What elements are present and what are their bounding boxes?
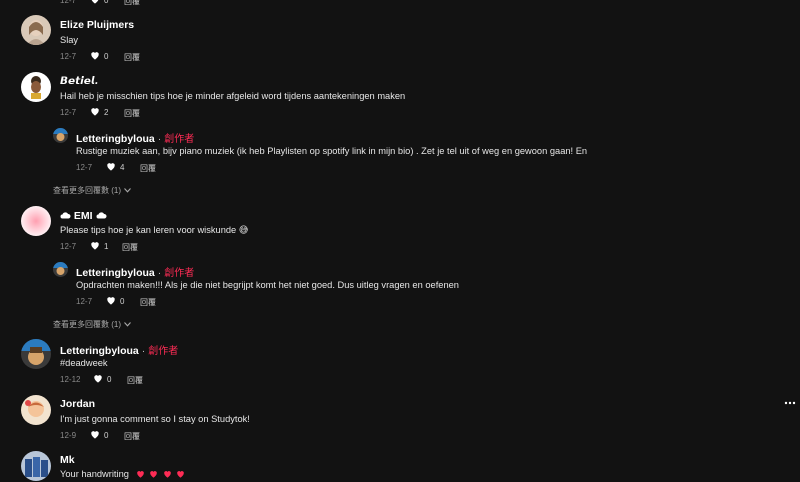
reply-button[interactable]: 回覆	[122, 242, 138, 253]
reply-meta: 12-7 4 回覆	[76, 163, 156, 173]
comment-meta: 12-9 0 回覆	[60, 431, 140, 441]
like-heart-icon[interactable]	[90, 107, 100, 116]
view-more-replies[interactable]: 查看更多回覆數 (1)	[53, 319, 131, 330]
reply-username[interactable]: Letteringbyloua · 創作者	[76, 264, 194, 279]
reply-button[interactable]: 回覆	[140, 163, 156, 174]
comment-text: Hail heb je misschien tips hoe je minder…	[60, 91, 406, 101]
comment-username[interactable]: Mk	[60, 454, 75, 466]
view-more-replies[interactable]: 查看更多回覆數 (1)	[53, 185, 131, 196]
comment-text: I'm just gonna comment so I stay on Stud…	[60, 414, 250, 424]
avatar[interactable]	[21, 72, 51, 102]
creator-badge: 創作者	[164, 268, 195, 279]
reply-text: Rustige muziek aan, bijv piano muziek (i…	[76, 146, 588, 156]
comment-username[interactable]: Letteringbyloua · 創作者	[60, 342, 178, 357]
chevron-down-icon	[124, 188, 131, 194]
avatar[interactable]	[21, 15, 51, 45]
cloud-icon	[96, 212, 107, 219]
chevron-down-icon	[124, 322, 131, 328]
comment-text: #deadweek	[60, 358, 108, 368]
comment-meta-partial: 12-7 0 回覆	[60, 0, 140, 6]
creator-badge: 創作者	[148, 346, 179, 357]
like-heart-icon[interactable]	[90, 51, 100, 60]
reply-meta: 12-7 0 回覆	[76, 297, 156, 307]
comment-username[interactable]: 𝘽𝙚𝙩𝙞𝙚𝙡.	[60, 75, 98, 87]
like-heart-icon[interactable]	[106, 296, 116, 305]
heart-red-icon	[163, 471, 171, 478]
comment-username[interactable]: EMI	[60, 210, 107, 222]
reply-button[interactable]: 回覆	[127, 375, 143, 386]
comment-text: Slay	[60, 35, 79, 45]
reply-button[interactable]: 回覆	[124, 52, 140, 63]
comment-meta: 12-7 2 回覆	[60, 108, 140, 118]
cloud-icon	[60, 212, 71, 219]
avatar[interactable]	[21, 206, 51, 236]
creator-badge: 創作者	[164, 134, 195, 145]
like-heart-icon[interactable]	[93, 374, 103, 383]
reply-username[interactable]: Letteringbyloua · 創作者	[76, 130, 194, 145]
reply-button[interactable]: 回覆	[124, 108, 140, 119]
reply-button[interactable]: 回覆	[124, 0, 140, 7]
reply-text: Opdrachten maken!!! Als je die niet begr…	[76, 280, 459, 290]
avatar[interactable]	[21, 395, 51, 425]
comment-text: Your handwriting	[60, 469, 185, 479]
heart-red-icon	[177, 471, 185, 478]
reply-button[interactable]: 回覆	[140, 297, 156, 308]
heart-red-icon	[136, 471, 144, 478]
comment-meta: 12-12 0 回覆	[60, 375, 143, 385]
more-options-icon[interactable]	[784, 401, 796, 405]
heart-red-icon	[150, 471, 157, 478]
like-heart-icon[interactable]	[106, 162, 116, 171]
avatar[interactable]	[21, 451, 51, 481]
like-heart-icon[interactable]	[90, 0, 100, 4]
comment-username[interactable]: Jordan	[60, 398, 95, 410]
avatar[interactable]	[21, 339, 51, 369]
like-heart-icon[interactable]	[90, 241, 100, 250]
avatar[interactable]	[53, 262, 68, 277]
comment-username[interactable]: Elize Pluijmers	[60, 19, 134, 31]
comment-text: Please tips hoe je kan leren voor wiskun…	[60, 225, 249, 235]
avatar[interactable]	[53, 128, 68, 143]
comment-meta: 12-7 1 回覆	[60, 242, 138, 252]
comment-meta: 12-7 0 回覆	[60, 52, 140, 62]
like-heart-icon[interactable]	[90, 430, 100, 439]
reply-button[interactable]: 回覆	[124, 431, 140, 442]
